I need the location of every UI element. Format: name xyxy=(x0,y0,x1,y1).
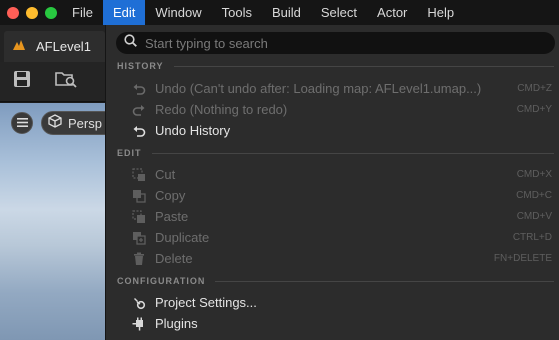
undo-icon xyxy=(131,81,147,97)
redo-icon xyxy=(131,102,147,118)
search-placeholder: Start typing to search xyxy=(145,35,268,51)
menu-item-label: Undo History xyxy=(155,123,231,138)
menu-item-label: Paste xyxy=(155,209,189,224)
menu-item-plugins[interactable]: Plugins xyxy=(106,313,559,334)
section-history-label: HISTORY xyxy=(117,61,164,71)
menu-item-copy[interactable]: Copy CMD+C xyxy=(106,185,559,206)
menu-item-label: Plugins xyxy=(155,316,198,331)
menu-edit[interactable]: Edit xyxy=(102,0,146,25)
window-controls xyxy=(0,6,62,19)
copy-icon xyxy=(131,188,147,204)
menu-item-cut[interactable]: Cut CMD+X xyxy=(106,164,559,185)
menu-item-undo-history[interactable]: Undo History xyxy=(106,120,559,141)
zoom-window-button[interactable] xyxy=(45,6,57,19)
menu-item-undo[interactable]: Undo (Can't undo after: Loading map: AFL… xyxy=(106,78,559,99)
browse-content-button[interactable] xyxy=(54,70,78,92)
delete-icon xyxy=(131,251,147,267)
menu-help[interactable]: Help xyxy=(417,0,464,25)
folder-search-icon xyxy=(55,70,77,93)
save-icon xyxy=(13,70,31,93)
menu-item-label: Cut xyxy=(155,167,176,182)
section-divider xyxy=(215,280,554,282)
project-settings-icon xyxy=(131,295,147,311)
menu-item-project-settings[interactable]: Project Settings... xyxy=(106,292,559,313)
menu-item-shortcut: CMD+Y xyxy=(516,104,552,115)
menu-window[interactable]: Window xyxy=(145,0,211,25)
plugins-icon xyxy=(131,316,147,332)
duplicate-icon xyxy=(131,230,147,246)
menu-select[interactable]: Select xyxy=(311,0,367,25)
section-history: HISTORY xyxy=(117,59,554,73)
menu-item-duplicate[interactable]: Duplicate CTRL+D xyxy=(106,227,559,248)
menu-actor[interactable]: Actor xyxy=(367,0,417,25)
menu-item-shortcut: FN+DELETE xyxy=(493,253,552,264)
level-tab[interactable]: AFLevel1 xyxy=(4,31,105,62)
cut-icon xyxy=(131,167,147,183)
viewport-options-button[interactable] xyxy=(11,112,33,134)
section-divider xyxy=(173,65,554,67)
menu-file[interactable]: File xyxy=(62,0,103,25)
save-button[interactable] xyxy=(10,70,34,92)
menu-item-label: Delete xyxy=(155,251,193,266)
viewport-mode-label: Persp xyxy=(68,115,102,131)
menu-item-paste[interactable]: Paste CMD+V xyxy=(106,206,559,227)
edit-menu-dropdown: Start typing to search HISTORY Undo (Can… xyxy=(105,25,559,340)
section-divider xyxy=(151,152,554,154)
menu-item-shortcut: CTRL+D xyxy=(512,232,552,243)
main-toolbar xyxy=(0,62,105,102)
menu-item-label: Project Settings... xyxy=(155,295,257,310)
level-tab-strip: AFLevel1 xyxy=(0,25,105,62)
undo-history-icon xyxy=(131,123,147,139)
menu-item-shortcut: CMD+Z xyxy=(517,83,552,94)
level-icon xyxy=(12,38,26,56)
level-viewport[interactable]: Persp xyxy=(0,103,121,340)
menu-tools[interactable]: Tools xyxy=(212,0,262,25)
section-edit: EDIT xyxy=(117,146,554,160)
section-edit-label: EDIT xyxy=(117,148,142,158)
menu-item-label: Copy xyxy=(155,188,186,203)
paste-icon xyxy=(131,209,147,225)
menu-item-shortcut: CMD+V xyxy=(516,211,552,222)
menu-item-label: Duplicate xyxy=(155,230,210,245)
hamburger-icon xyxy=(16,114,28,132)
menu-search-input[interactable]: Start typing to search xyxy=(116,32,555,54)
section-configuration: CONFIGURATION xyxy=(117,274,554,288)
level-tab-label: AFLevel1 xyxy=(36,39,91,54)
menu-item-redo[interactable]: Redo (Nothing to redo) CMD+Y xyxy=(106,99,559,120)
menu-item-shortcut: CMD+C xyxy=(516,190,552,201)
menubar: File Edit Window Tools Build Select Acto… xyxy=(0,0,559,25)
minimize-window-button[interactable] xyxy=(26,6,38,19)
close-window-button[interactable] xyxy=(7,6,19,19)
menu-item-label: Redo (Nothing to redo) xyxy=(155,102,288,117)
menu-item-delete[interactable]: Delete FN+DELETE xyxy=(106,248,559,269)
section-configuration-label: CONFIGURATION xyxy=(117,276,206,286)
menu-item-shortcut: CMD+X xyxy=(516,169,552,180)
search-icon xyxy=(124,34,137,52)
menu-build[interactable]: Build xyxy=(262,0,311,25)
menu-item-label: Undo (Can't undo after: Loading map: AFL… xyxy=(155,81,482,96)
cube-icon xyxy=(48,113,62,133)
